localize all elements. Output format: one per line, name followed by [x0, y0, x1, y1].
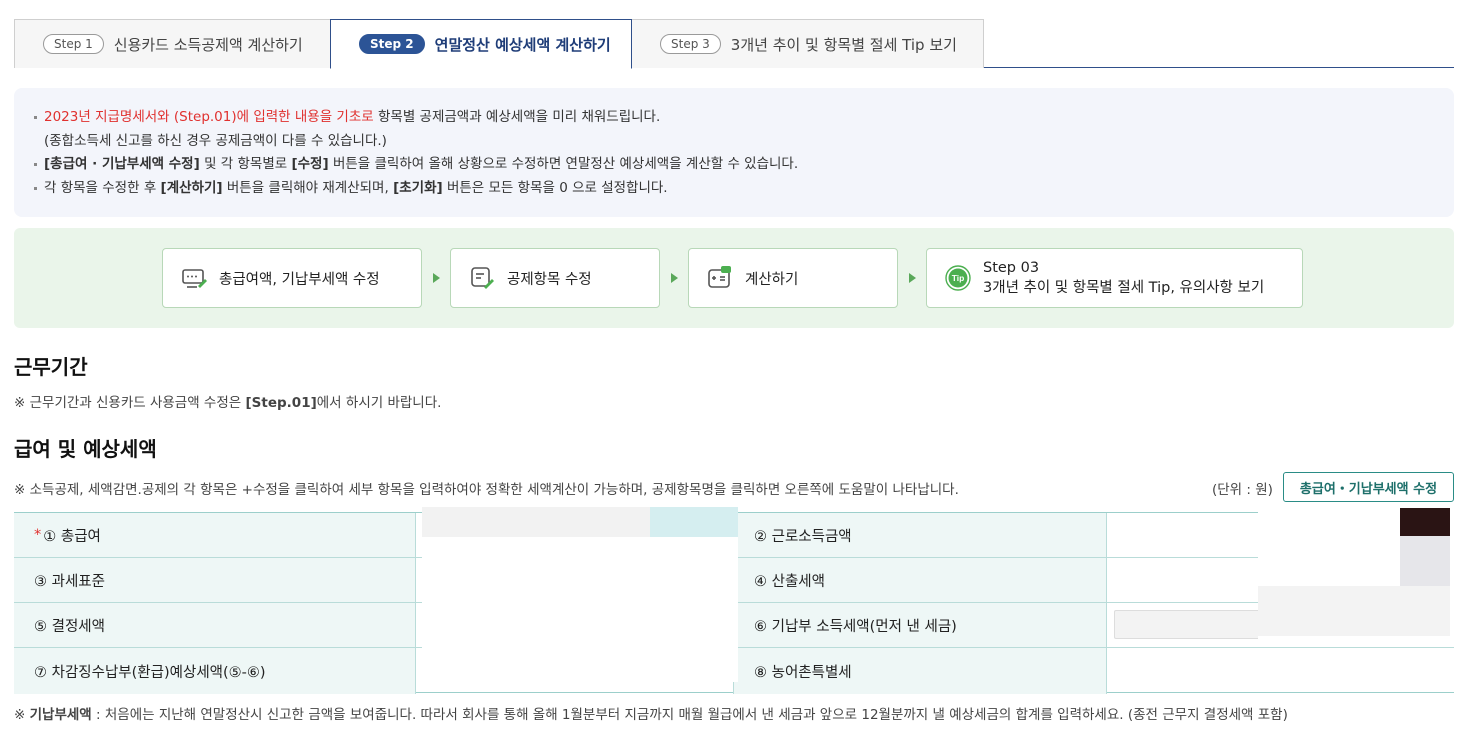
rural-special-tax-value [1107, 648, 1454, 694]
info-line-3: [총급여 · 기납부세액 수정] 및 각 항목별로 [수정] 버튼을 클릭하여 … [34, 153, 1434, 177]
tip-icon: Tip [945, 265, 971, 291]
info-line-4-bold-1: [계산하기] [160, 179, 223, 196]
pay-tax-note: ※ 소득공제, 세액감면.공제의 각 항목은 +수정을 클릭하여 세부 항목을 … [14, 482, 959, 498]
flow-arrow-3 [909, 273, 916, 283]
tab-step2-label: 연말정산 예상세액 계산하기 [434, 35, 611, 54]
calculated-tax-label[interactable]: ④ 산출세액 [734, 558, 1107, 602]
footnote-bold: 기납부세액 [29, 707, 92, 723]
flow-edit-deduction-label: 공제항목 수정 [507, 271, 592, 288]
footnote-mark: ※ [14, 707, 30, 723]
calculator-icon [708, 266, 731, 288]
flow-step3-line1: Step 03 [983, 260, 1040, 276]
flow-edit-salary-button[interactable]: 총급여액, 기납부세액 수정 [162, 248, 422, 308]
info-line-3-text-2: 버튼을 클릭하여 올해 상황으로 수정하면 연말정산 예상세액을 계산할 수 있… [328, 156, 799, 172]
prepaid-tax-footnote: ※ 기납부세액 : 처음에는 지난해 연말정산시 신고한 금액을 보여줍니다. … [14, 703, 1288, 723]
edit-salary-tax-button[interactable]: 총급여・기납부세액 수정 [1283, 472, 1454, 502]
step-tabs: Step 1 신용카드 소득공제액 계산하기 Step 3 3개년 추이 및 항… [14, 19, 1454, 69]
info-line-4-text-2: 버튼을 클릭해야 재계산되며, [222, 179, 394, 196]
work-period-note-text-1: ※ 근무기간과 신용카드 사용금액 수정은 [14, 395, 246, 411]
info-line-1: 2023년 지급명세서와 (Step.01)에 입력한 내용을 기초로 항목별 … [34, 106, 1434, 130]
flow-calculate-button[interactable]: 계산하기 [688, 248, 898, 308]
total-salary-text: ① 총급여 [43, 528, 101, 545]
flow-calculate-label: 계산하기 [745, 271, 799, 288]
work-period-note-link: [Step.01] [245, 395, 317, 411]
redacted-block [1400, 508, 1450, 536]
tab-step1-label: 신용카드 소득공제액 계산하기 [113, 35, 303, 54]
info-line-4-text-1: 각 항목을 수정한 후 [44, 179, 161, 196]
required-mark: * [34, 527, 42, 543]
step3-pill: Step 3 [660, 34, 721, 54]
pay-tax-title: 급여 및 예상세액 [14, 437, 157, 461]
flow-arrow-1 [433, 273, 440, 283]
redacted-block [422, 507, 652, 537]
tab-step3-label: 3개년 추이 및 항목별 절세 Tip 보기 [730, 35, 957, 54]
info-line-4-bold-2: [초기화] [393, 179, 443, 196]
process-flow: 총급여액, 기납부세액 수정 공제항목 수정 계산하기 Tip Step 03 … [14, 228, 1454, 328]
unit-label: (단위 : 원) [1212, 482, 1273, 498]
prepaid-tax-label[interactable]: ⑥ 기납부 소득세액(먼저 낸 세금) [734, 603, 1107, 647]
earned-income-label[interactable]: ② 근로소득금액 [734, 513, 1107, 557]
prepaid-tax-input[interactable] [1114, 610, 1260, 639]
note-edit-icon [471, 267, 494, 289]
expected-refund-label[interactable]: ⑦ 차감징수납부(환급)예상세액(⑤-⑥) [14, 648, 416, 694]
tab-step2-active[interactable]: Step 2 연말정산 예상세액 계산하기 [330, 19, 632, 69]
step1-pill: Step 1 [43, 34, 104, 54]
tab-step3[interactable]: Step 3 3개년 추이 및 항목별 절세 Tip 보기 [631, 19, 984, 68]
redacted-block [1400, 536, 1450, 586]
tip-icon-text: Tip [952, 273, 965, 283]
rural-special-tax-label[interactable]: ⑧ 농어촌특별세 [734, 648, 1107, 694]
info-line-1-text: 항목별 공제금액과 예상세액을 미리 채워드립니다. [373, 109, 661, 125]
monitor-edit-icon [182, 269, 207, 288]
work-period-note-text-2: 에서 하시기 바랍니다. [316, 395, 442, 411]
info-line-3-bold-2: [수정] [291, 156, 329, 172]
flow-arrow-2 [671, 273, 678, 283]
info-line-2: (종합소득세 신고를 하신 경우 공제금액이 다를 수 있습니다.) [44, 132, 387, 149]
tab-step1[interactable]: Step 1 신용카드 소득공제액 계산하기 [14, 19, 331, 68]
footnote-text: : 처음에는 지난해 연말정산시 신고한 금액을 보여줍니다. 따라서 회사를 … [91, 707, 1288, 723]
flow-edit-salary-label: 총급여액, 기납부세액 수정 [219, 271, 380, 288]
flow-step3-button[interactable]: Tip Step 03 3개년 추이 및 항목별 절세 Tip, 유의사항 보기 [926, 248, 1303, 308]
flow-step3-text: Step 03 3개년 추이 및 항목별 절세 Tip, 유의사항 보기 [983, 258, 1264, 298]
info-line-3-bold-1: [총급여 · 기납부세액 수정] [44, 156, 200, 172]
flow-edit-deduction-button[interactable]: 공제항목 수정 [450, 248, 660, 308]
redacted-block [650, 507, 738, 537]
info-line-4: 각 항목을 수정한 후 [계산하기] 버튼을 클릭해야 재계산되며, [초기화]… [34, 177, 1434, 201]
tax-base-label[interactable]: ③ 과세표준 [14, 558, 416, 602]
flow-step3-line2: 3개년 추이 및 항목별 절세 Tip, 유의사항 보기 [983, 280, 1265, 296]
info-line-3-text-1: 및 각 항목별로 [199, 156, 292, 172]
info-line-1-highlight: 2023년 지급명세서와 (Step.01)에 입력한 내용을 기초로 [44, 109, 374, 125]
info-box: 2023년 지급명세서와 (Step.01)에 입력한 내용을 기초로 항목별 … [14, 88, 1454, 217]
step2-pill: Step 2 [359, 34, 425, 54]
redacted-block [1258, 586, 1450, 636]
work-period-title: 근무기간 [14, 355, 88, 379]
work-period-note: ※ 근무기간과 신용카드 사용금액 수정은 [Step.01]에서 하시기 바랍… [14, 391, 441, 411]
determined-tax-label[interactable]: ⑤ 결정세액 [14, 603, 416, 647]
info-line-4-text-3: 버튼은 모든 항목을 0 으로 설정합니다. [442, 179, 668, 196]
total-salary-label[interactable]: * ① 총급여 [14, 513, 416, 557]
